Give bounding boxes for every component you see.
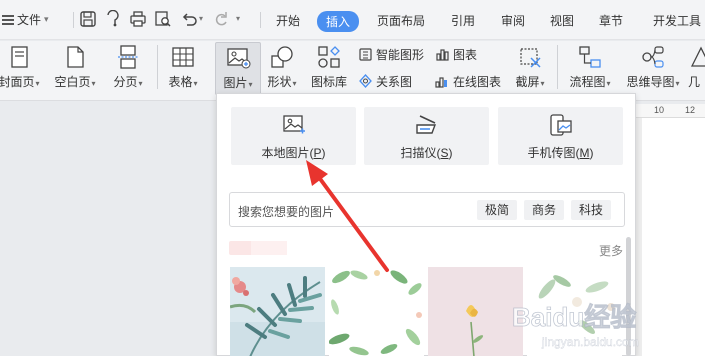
picture-icon bbox=[227, 48, 251, 69]
filter-chip-tech[interactable]: 科技 bbox=[571, 200, 612, 220]
svg-text:Baidu经验: Baidu经验 bbox=[512, 302, 636, 332]
file-menu-label: 文件 bbox=[17, 13, 42, 27]
mindmap-label: 思维导图▾ bbox=[626, 75, 680, 89]
icon-library-label: 图标库 bbox=[310, 75, 347, 89]
icon-library-button[interactable]: 图标库 bbox=[309, 44, 349, 90]
tab-chapter[interactable]: 章节 bbox=[599, 12, 623, 29]
cover-page-label: 封面页▾ bbox=[0, 75, 40, 89]
chart-icon bbox=[436, 49, 449, 61]
ruler-tick: 12 bbox=[685, 105, 696, 115]
blank-page-label: 空白页▾ bbox=[54, 75, 96, 89]
save-icon[interactable] bbox=[79, 10, 97, 28]
online-chart-label: 在线图表 bbox=[453, 75, 502, 89]
format-painter-icon[interactable] bbox=[104, 10, 122, 28]
screenshot-button[interactable]: 截屏▾ bbox=[508, 44, 552, 90]
scanner-label: 扫描仪(S) bbox=[400, 146, 453, 160]
smart-graphic-label: 智能图形 bbox=[376, 48, 425, 62]
chart-button[interactable]: 图表 bbox=[435, 46, 477, 63]
online-chart-icon bbox=[435, 77, 447, 88]
tab-page-layout[interactable]: 页面布局 bbox=[377, 12, 425, 29]
picture-thumbnail[interactable] bbox=[329, 267, 424, 356]
tropical-leaves-image bbox=[230, 267, 325, 356]
mindmap-icon bbox=[642, 46, 664, 68]
smart-graphic-button[interactable]: 智能图形 bbox=[358, 46, 424, 63]
picture-button[interactable]: 图片▾ bbox=[215, 42, 261, 95]
customize-toolbar-icon[interactable]: ▾ bbox=[236, 14, 240, 23]
cover-page-icon bbox=[11, 46, 28, 68]
table-icon bbox=[172, 47, 194, 67]
screenshot-icon bbox=[520, 48, 541, 68]
ruler-tick: 10 bbox=[654, 105, 665, 115]
chart-label: 图表 bbox=[453, 48, 478, 62]
tab-review[interactable]: 审阅 bbox=[501, 12, 525, 29]
page-break-icon bbox=[118, 45, 138, 69]
picture-label: 图片▾ bbox=[223, 76, 253, 90]
flowchart-button[interactable]: 流程图▾ bbox=[565, 44, 615, 90]
table-label: 表格▾ bbox=[168, 75, 198, 89]
ribbon-toolbar: 封面页▾ 空白页▾ 分页▾ 表格▾ 图片▾ 形状▾ 图标库 智能图形 图表 关系… bbox=[0, 41, 705, 101]
divider bbox=[157, 45, 158, 89]
shapes-button[interactable]: 形状▾ bbox=[262, 44, 302, 90]
cover-page-button[interactable]: 封面页▾ bbox=[0, 44, 42, 90]
chevron-down-icon: ▾ bbox=[44, 14, 49, 24]
menu-bar: 文件 ▾ ▾ ▾ 开始 插入 页面布局 引用 审阅 视图 章节 开发工具 bbox=[0, 0, 705, 40]
horizontal-ruler: 10 12 bbox=[636, 104, 705, 118]
phone-picture-label: 手机传图(M) bbox=[527, 146, 594, 160]
local-picture-icon bbox=[282, 115, 305, 134]
table-button[interactable]: 表格▾ bbox=[163, 44, 203, 90]
shapes-label: 形状▾ bbox=[267, 75, 297, 89]
blank-page-icon bbox=[67, 46, 84, 68]
tab-home[interactable]: 开始 bbox=[276, 12, 300, 29]
shapes-icon bbox=[271, 46, 293, 68]
baidu-jingyan-watermark: Baidu经验 jingyan.baidu.com bbox=[508, 298, 698, 352]
undo-dropdown-icon[interactable]: ▾ bbox=[199, 14, 203, 23]
leaf-frame-image bbox=[329, 267, 424, 356]
mindmap-button[interactable]: 思维导图▾ bbox=[621, 44, 685, 90]
geometry-label: 几 bbox=[688, 75, 701, 89]
hamburger-icon bbox=[2, 14, 14, 25]
blank-page-button[interactable]: 空白页▾ bbox=[52, 44, 98, 90]
geometry-button[interactable]: 几 bbox=[688, 44, 705, 90]
undo-icon[interactable] bbox=[181, 10, 199, 28]
relation-chart-icon bbox=[359, 74, 372, 88]
online-chart-button[interactable]: 在线图表 bbox=[435, 73, 501, 90]
tab-view[interactable]: 视图 bbox=[550, 12, 574, 29]
page-break-label: 分页▾ bbox=[113, 75, 143, 89]
scanner-button[interactable]: 扫描仪(S) bbox=[364, 107, 489, 165]
flowchart-label: 流程图▾ bbox=[569, 75, 611, 89]
divider bbox=[73, 12, 74, 28]
picture-search-box[interactable]: 搜索您想要的图片 极简 商务 科技 bbox=[229, 192, 625, 227]
picture-search-input[interactable]: 搜索您想要的图片 bbox=[238, 203, 334, 220]
geometry-icon bbox=[690, 46, 705, 67]
local-picture-label: 本地图片(P) bbox=[261, 146, 326, 160]
more-link[interactable]: 更多 bbox=[599, 242, 623, 259]
relation-chart-button[interactable]: 关系图 bbox=[358, 73, 412, 90]
phone-picture-icon bbox=[549, 114, 572, 136]
phone-picture-button[interactable]: 手机传图(M) bbox=[498, 107, 623, 165]
flowchart-icon bbox=[579, 46, 601, 68]
divider bbox=[260, 12, 261, 28]
picture-thumbnail[interactable] bbox=[230, 267, 325, 356]
relation-chart-label: 关系图 bbox=[376, 75, 413, 89]
page-break-button[interactable]: 分页▾ bbox=[108, 44, 148, 90]
filter-chip-minimal[interactable]: 极简 bbox=[477, 200, 518, 220]
tab-developer[interactable]: 开发工具 bbox=[653, 12, 701, 29]
baidu-logo: Baidu经验 jingyan.baidu.com bbox=[512, 302, 639, 350]
print-preview-icon[interactable] bbox=[154, 10, 172, 28]
smart-graphic-icon bbox=[359, 48, 372, 61]
scanner-icon bbox=[415, 115, 436, 134]
local-picture-button[interactable]: 本地图片(P) bbox=[231, 107, 356, 165]
divider bbox=[557, 45, 558, 89]
screenshot-label: 截屏▾ bbox=[515, 75, 545, 89]
file-menu[interactable]: 文件 ▾ bbox=[2, 11, 49, 28]
tab-references[interactable]: 引用 bbox=[451, 12, 475, 29]
print-icon[interactable] bbox=[129, 10, 147, 28]
redo-icon[interactable] bbox=[212, 10, 230, 28]
tab-insert[interactable]: 插入 bbox=[317, 11, 360, 32]
filter-chip-business[interactable]: 商务 bbox=[524, 200, 565, 220]
blurred-section-title bbox=[229, 241, 287, 255]
icon-library-icon bbox=[318, 46, 340, 68]
svg-text:jingyan.baidu.com: jingyan.baidu.com bbox=[541, 335, 639, 349]
